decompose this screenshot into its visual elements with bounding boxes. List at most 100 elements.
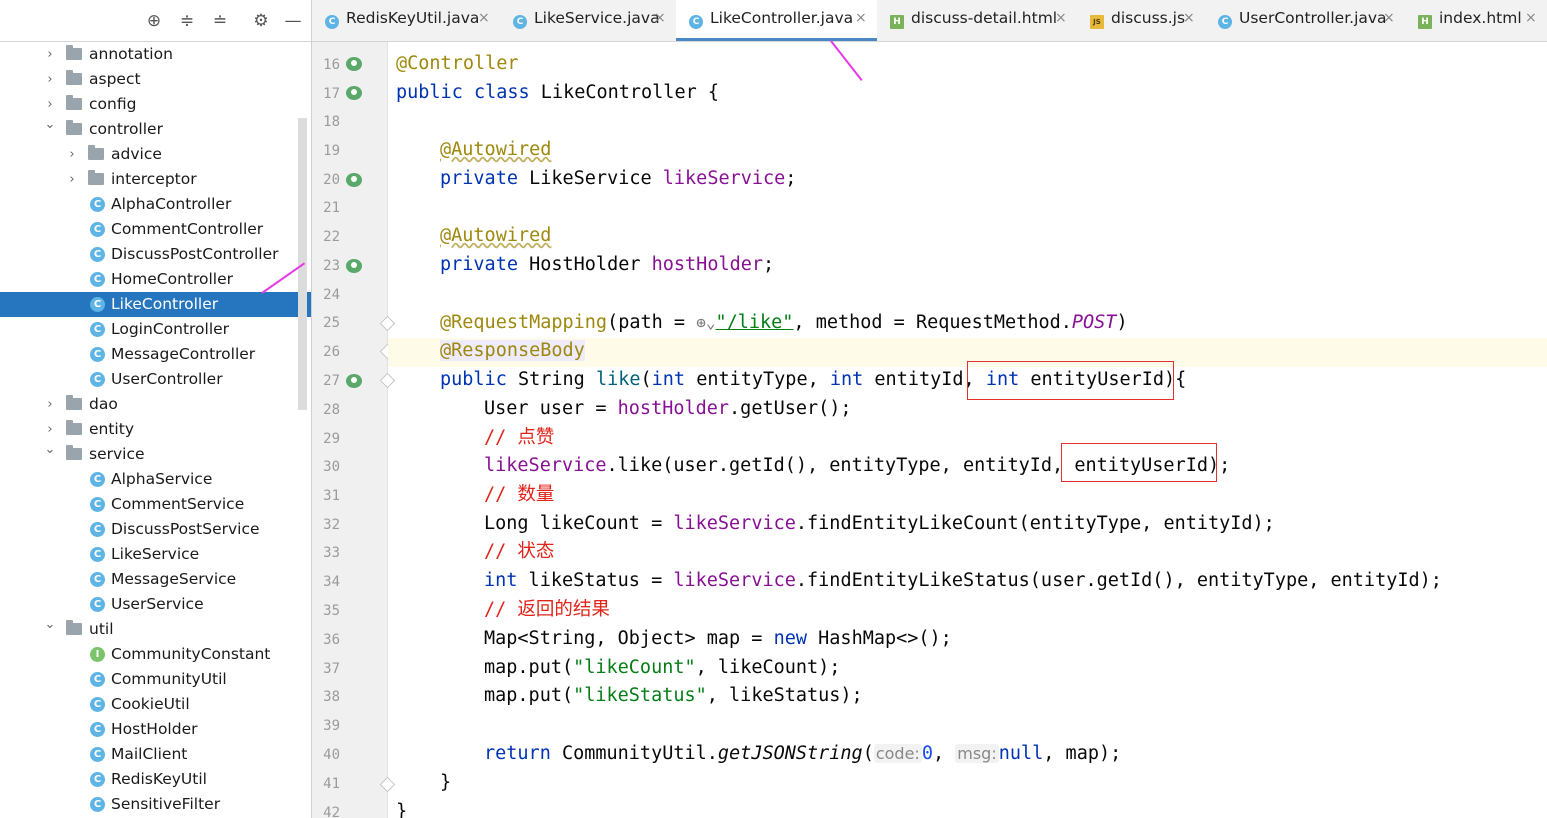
tree-item-alphaservice[interactable]: C AlphaService bbox=[0, 467, 311, 492]
chevron-right-icon[interactable]: › bbox=[44, 67, 56, 92]
tab-label: LikeService.java bbox=[534, 9, 660, 27]
tree-item-aspect[interactable]: › aspect bbox=[0, 67, 311, 92]
chevron-down-icon[interactable]: ⌄ bbox=[44, 612, 56, 637]
code-line-32: Long likeCount = likeService.findEntityL… bbox=[484, 513, 1275, 534]
highlight-box-arg bbox=[1061, 443, 1217, 482]
tree-item-hostholder[interactable]: C HostHolder bbox=[0, 717, 311, 742]
tree-item-util[interactable]: ⌄ util bbox=[0, 617, 311, 642]
tab-usercontroller-java[interactable]: C UserController.java × bbox=[1205, 0, 1405, 41]
tree-item-messageservice[interactable]: C MessageService bbox=[0, 567, 311, 592]
fold-marker-icon[interactable] bbox=[379, 315, 396, 332]
fold-marker-icon[interactable] bbox=[379, 776, 396, 793]
code-editor[interactable]: 16 17 18 19 20 21 22 23 24 25 26 27 28 29 30 31 32 33 34 35… bbox=[312, 42, 1547, 818]
tree-item-advice[interactable]: › advice bbox=[0, 142, 311, 167]
close-icon[interactable]: × bbox=[1525, 0, 1537, 40]
tree-item-rediskeyutil[interactable]: C RedisKeyUtil bbox=[0, 767, 311, 792]
tree-item-label: UserController bbox=[111, 370, 223, 388]
chevron-down-icon[interactable]: ⌄ bbox=[44, 112, 56, 137]
class-icon: C bbox=[513, 15, 527, 29]
tree-item-logincontroller[interactable]: C LoginController bbox=[0, 317, 311, 342]
code-line-40: return CommunityUtil.getJSONString(code:… bbox=[484, 743, 1122, 764]
globe-icon[interactable]: ⊕⌄ bbox=[696, 313, 715, 332]
collapse-all-icon[interactable]: ≐ bbox=[210, 11, 230, 31]
tree-item-communityconstant[interactable]: I CommunityConstant bbox=[0, 642, 311, 667]
tree-item-dao[interactable]: › dao bbox=[0, 392, 311, 417]
tree-item-commentservice[interactable]: C CommentService bbox=[0, 492, 311, 517]
tree-item-label: LikeController bbox=[111, 295, 219, 313]
tab-rediskeyutil-java[interactable]: C RedisKeyUtil.java × bbox=[312, 0, 500, 41]
tree-item-likecontroller[interactable]: C LikeController bbox=[0, 292, 311, 317]
editor-tab-bar: C RedisKeyUtil.java × C LikeService.java × C Li… bbox=[312, 0, 1547, 42]
tab-label: index.html bbox=[1439, 9, 1522, 27]
locate-icon[interactable]: ⊕ bbox=[144, 11, 164, 31]
tree-item-alphacontroller[interactable]: C AlphaController bbox=[0, 192, 311, 217]
tree-item-likeservice[interactable]: C LikeService bbox=[0, 542, 311, 567]
tree-item-messagecontroller[interactable]: C MessageController bbox=[0, 342, 311, 367]
tab-likeservice-java[interactable]: C LikeService.java × bbox=[500, 0, 676, 41]
line-number: 18 bbox=[323, 114, 340, 130]
code-line-20: private LikeService likeService; bbox=[440, 168, 797, 189]
tree-item-usercontroller[interactable]: C UserController bbox=[0, 367, 311, 392]
class-icon: C bbox=[90, 697, 105, 712]
close-icon[interactable]: × bbox=[1183, 0, 1195, 40]
spring-bean-icon[interactable] bbox=[346, 173, 362, 187]
code-line-38: map.put("likeStatus", likeStatus); bbox=[484, 685, 863, 706]
tree-item-discusspostservice[interactable]: C DiscussPostService bbox=[0, 517, 311, 542]
tree-item-label: CommentService bbox=[111, 495, 245, 513]
class-icon: C bbox=[90, 372, 105, 387]
chevron-right-icon[interactable]: › bbox=[66, 167, 78, 192]
tab-discuss-detail-html[interactable]: Hdiscuss-detail.html × bbox=[877, 0, 1077, 41]
tab-likecontroller-java[interactable]: C LikeController.java × bbox=[676, 0, 877, 41]
tree-item-service[interactable]: ⌄ service bbox=[0, 442, 311, 467]
code-line-31: // 数量 bbox=[484, 484, 555, 505]
spring-bean-icon[interactable] bbox=[346, 57, 362, 71]
tree-item-discusspostcontroller[interactable]: C DiscussPostController bbox=[0, 242, 311, 267]
class-icon: C bbox=[689, 15, 703, 29]
tree-item-homecontroller[interactable]: C HomeController bbox=[0, 267, 311, 292]
line-number: 21 bbox=[323, 200, 340, 216]
close-icon[interactable]: × bbox=[1383, 0, 1395, 40]
line-number: 32 bbox=[323, 517, 340, 533]
close-icon[interactable]: × bbox=[1055, 0, 1067, 40]
chevron-right-icon[interactable]: › bbox=[66, 142, 78, 167]
line-number: 25 bbox=[323, 315, 340, 331]
chevron-down-icon[interactable]: ⌄ bbox=[44, 437, 56, 462]
expand-all-icon[interactable]: ≑ bbox=[177, 11, 197, 31]
tree-item-interceptor[interactable]: › interceptor bbox=[0, 167, 311, 192]
tree-item-label: service bbox=[89, 445, 145, 463]
chevron-right-icon[interactable]: › bbox=[44, 42, 56, 67]
spring-bean-icon[interactable] bbox=[346, 374, 362, 388]
minimize-icon[interactable]: — bbox=[283, 11, 303, 31]
tree-item-controller[interactable]: ⌄ controller bbox=[0, 117, 311, 142]
tree-item-commentcontroller[interactable]: C CommentController bbox=[0, 217, 311, 242]
spring-bean-icon[interactable] bbox=[346, 86, 362, 100]
tree-item-label: config bbox=[89, 95, 137, 113]
class-icon: C bbox=[90, 722, 105, 737]
tree-item-sensitivefilter[interactable]: C SensitiveFilter bbox=[0, 792, 311, 817]
line-number: 35 bbox=[323, 603, 340, 619]
tree-item-cookieutil[interactable]: C CookieUtil bbox=[0, 692, 311, 717]
tree-item-annotation[interactable]: › annotation bbox=[0, 42, 311, 67]
fold-marker-icon[interactable] bbox=[379, 372, 396, 389]
spring-bean-icon[interactable] bbox=[346, 259, 362, 273]
gear-icon[interactable]: ⚙ bbox=[251, 11, 271, 31]
chevron-right-icon[interactable]: › bbox=[44, 392, 56, 417]
code-line-25: @RequestMapping(path = ⊕⌄"/like", method… bbox=[440, 312, 1128, 333]
line-number: 30 bbox=[323, 459, 340, 475]
tree-item-mailclient[interactable]: C MailClient bbox=[0, 742, 311, 767]
folder-icon bbox=[88, 170, 104, 185]
tab-index-html[interactable]: Hindex.html × bbox=[1405, 0, 1547, 41]
code-line-29: // 点赞 bbox=[484, 427, 555, 448]
tree-item-label: AlphaService bbox=[111, 470, 213, 488]
tab-discuss-js[interactable]: JS discuss.js × bbox=[1077, 0, 1205, 41]
close-icon[interactable]: × bbox=[855, 0, 867, 40]
line-number: 24 bbox=[323, 287, 340, 303]
line-number: 36 bbox=[323, 632, 340, 648]
close-icon[interactable]: × bbox=[654, 0, 666, 40]
tree-item-communityutil[interactable]: C CommunityUtil bbox=[0, 667, 311, 692]
tab-label: discuss-detail.html bbox=[911, 9, 1058, 27]
close-icon[interactable]: × bbox=[478, 0, 490, 40]
tree-item-label: MessageController bbox=[111, 345, 256, 363]
line-number: 34 bbox=[323, 574, 340, 590]
tree-item-label: LikeService bbox=[111, 545, 200, 563]
